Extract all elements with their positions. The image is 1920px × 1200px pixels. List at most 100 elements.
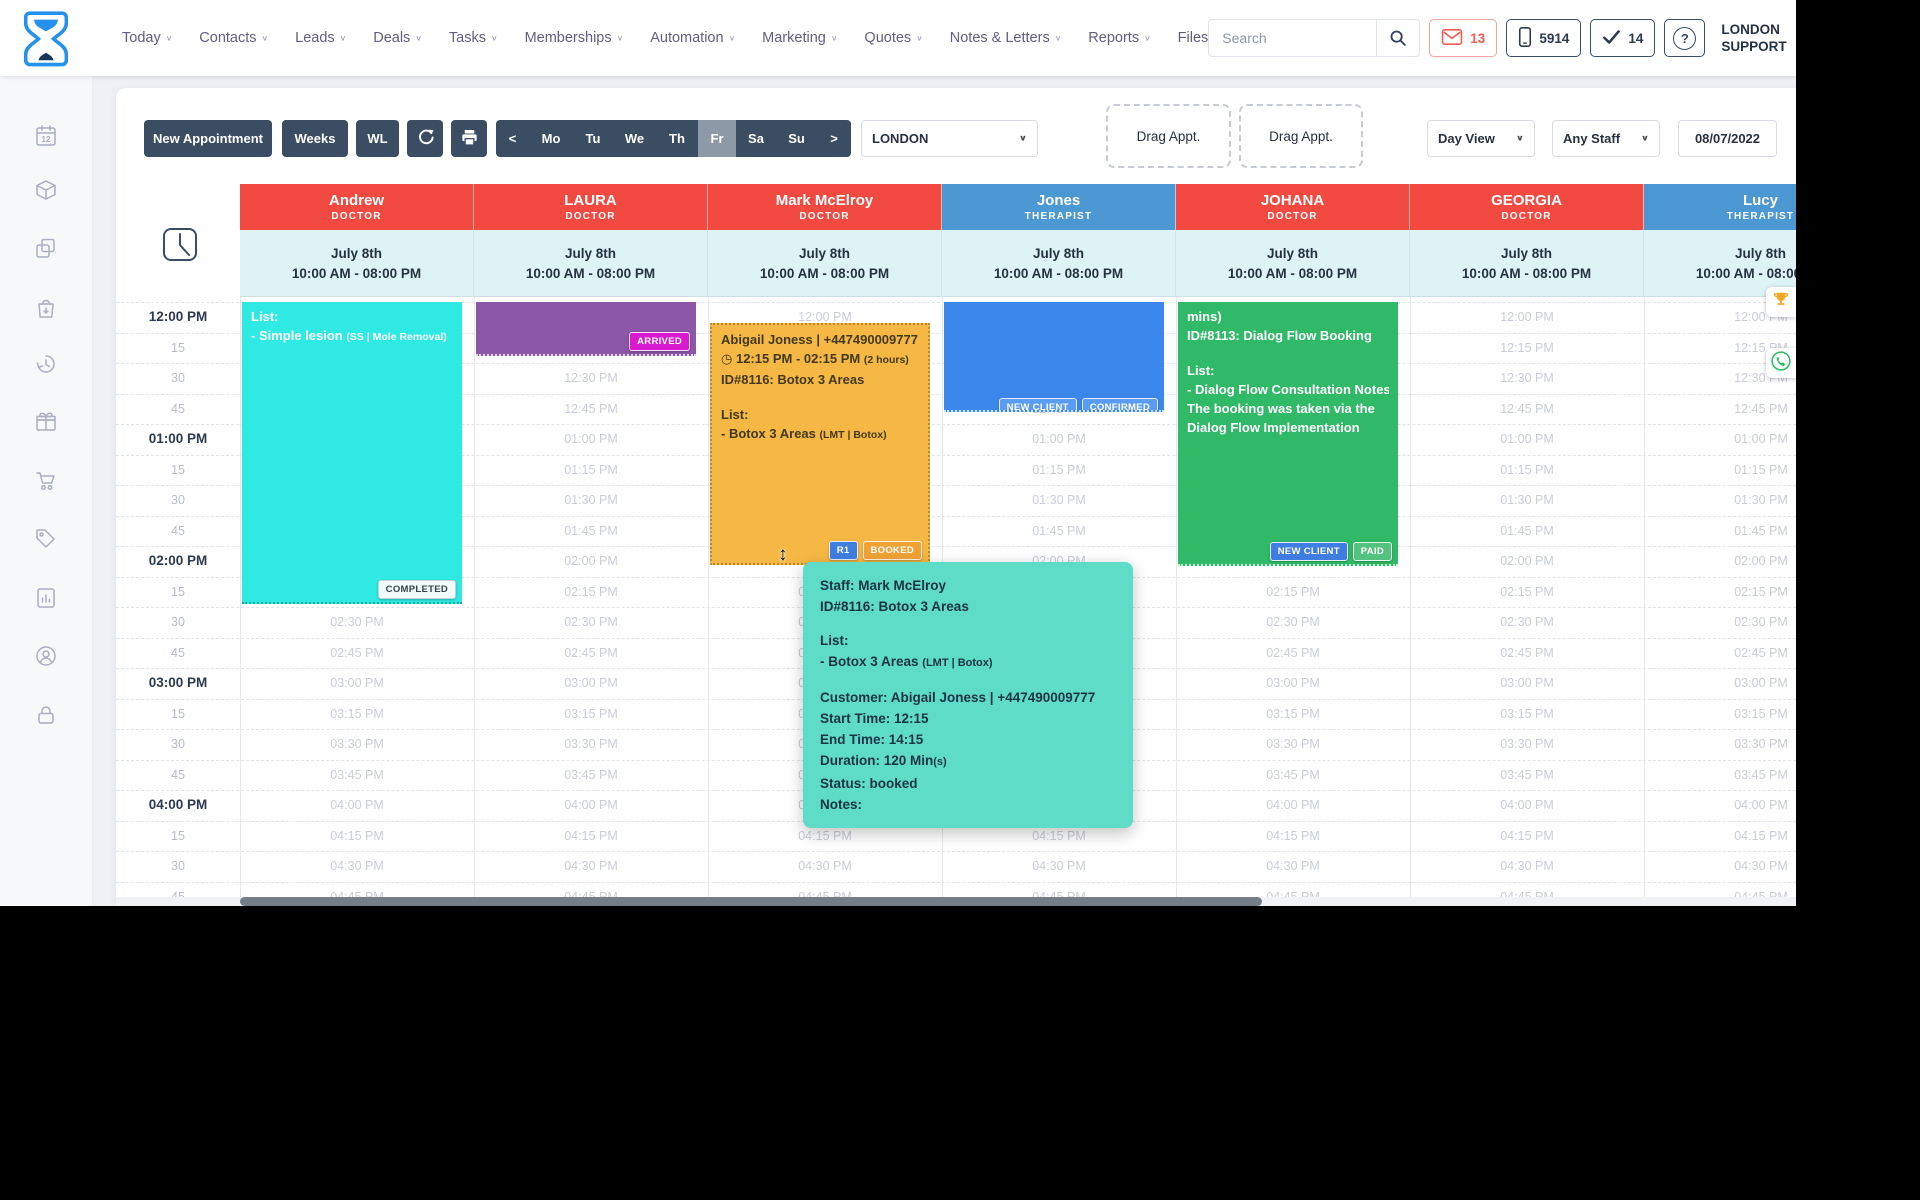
time-slot-lucy[interactable]: 02:00 PM: [1644, 546, 1796, 576]
day-su[interactable]: Su: [776, 120, 817, 157]
time-slot-lucy[interactable]: 04:00 PM: [1644, 790, 1796, 820]
hscrollbar-thumb[interactable]: [240, 897, 1262, 906]
menu-item-leads[interactable]: Leads∨: [295, 30, 346, 46]
time-slot-georgia[interactable]: 03:15 PM: [1410, 699, 1644, 729]
time-slot-johana[interactable]: 03:30 PM: [1176, 729, 1410, 759]
sidebar-item-package[interactable]: [33, 178, 59, 204]
drag-appt-slot-2[interactable]: Drag Appt.: [1239, 104, 1363, 168]
time-slot-laura[interactable]: 03:45 PM: [474, 760, 708, 790]
time-slot-georgia[interactable]: 12:00 PM: [1410, 302, 1644, 332]
column-header-laura[interactable]: LAURADOCTOR: [474, 184, 708, 230]
time-slot-laura[interactable]: 04:15 PM: [474, 821, 708, 851]
time-slot-andrew[interactable]: 02:45 PM: [240, 638, 474, 668]
time-slot-lucy[interactable]: 01:15 PM: [1644, 455, 1796, 485]
time-slot-mark-mcelroy[interactable]: 04:30 PM: [708, 851, 942, 881]
menu-item-automation[interactable]: Automation∨: [650, 30, 735, 46]
time-slot-jones[interactable]: 01:00 PM: [942, 424, 1176, 454]
mail-badge[interactable]: 13: [1429, 19, 1497, 57]
time-slot-jones[interactable]: 01:30 PM: [942, 485, 1176, 515]
time-slot-georgia[interactable]: 03:00 PM: [1410, 668, 1644, 698]
time-slot-georgia[interactable]: 02:45 PM: [1410, 638, 1644, 668]
refresh-button[interactable]: [407, 120, 443, 157]
sidebar-item-calendar-date[interactable]: 12: [33, 123, 59, 149]
staff-select[interactable]: Any Staff ∨: [1552, 120, 1660, 157]
time-slot-andrew[interactable]: 03:30 PM: [240, 729, 474, 759]
appointment-mark-mcelroy[interactable]: Abigail Joness | +447490009777◷ 12:15 PM…: [710, 323, 930, 565]
time-slot-lucy[interactable]: 01:45 PM: [1644, 516, 1796, 546]
menu-item-deals[interactable]: Deals∨: [373, 30, 422, 46]
time-slot-lucy[interactable]: 02:30 PM: [1644, 607, 1796, 637]
column-header-georgia[interactable]: GEORGIADOCTOR: [1410, 184, 1644, 230]
column-header-mark-mcelroy[interactable]: Mark McElroyDOCTOR: [708, 184, 942, 230]
time-slot-laura[interactable]: 01:15 PM: [474, 455, 708, 485]
time-slot-johana[interactable]: 02:45 PM: [1176, 638, 1410, 668]
time-slot-laura[interactable]: 04:00 PM: [474, 790, 708, 820]
time-slot-lucy[interactable]: 03:30 PM: [1644, 729, 1796, 759]
time-slot-georgia[interactable]: 03:30 PM: [1410, 729, 1644, 759]
column-header-jones[interactable]: JonesTHERAPIST: [942, 184, 1176, 230]
time-slot-georgia[interactable]: 04:30 PM: [1410, 851, 1644, 881]
time-slot-andrew[interactable]: 02:30 PM: [240, 607, 474, 637]
menu-item-memberships[interactable]: Memberships∨: [525, 30, 624, 46]
date-input[interactable]: 08/07/2022: [1678, 120, 1777, 157]
day-tu[interactable]: Tu: [573, 120, 613, 157]
time-slot-lucy[interactable]: 03:00 PM: [1644, 668, 1796, 698]
time-slot-georgia[interactable]: 12:15 PM: [1410, 333, 1644, 363]
time-slot-johana[interactable]: 04:15 PM: [1176, 821, 1410, 851]
sidebar-item-history[interactable]: [33, 351, 59, 377]
time-slot-laura[interactable]: 02:00 PM: [474, 546, 708, 576]
menu-item-tasks[interactable]: Tasks∨: [449, 30, 498, 46]
day-we[interactable]: We: [613, 120, 656, 157]
time-slot-laura[interactable]: 03:30 PM: [474, 729, 708, 759]
tasks-badge[interactable]: 14: [1590, 19, 1655, 57]
location-select[interactable]: LONDON ∨: [861, 120, 1038, 157]
time-slot-laura[interactable]: 01:45 PM: [474, 516, 708, 546]
time-slot-jones[interactable]: 01:45 PM: [942, 516, 1176, 546]
time-slot-johana[interactable]: 02:30 PM: [1176, 607, 1410, 637]
drag-appt-slot-1[interactable]: Drag Appt.: [1106, 104, 1231, 168]
sidebar-item-report-chart[interactable]: [33, 585, 59, 611]
menu-item-contacts[interactable]: Contacts∨: [199, 30, 268, 46]
time-slot-jones[interactable]: 01:15 PM: [942, 455, 1176, 485]
day-next[interactable]: >: [817, 120, 851, 157]
sidebar-item-shopping-bag[interactable]: [33, 296, 59, 322]
appointment-laura[interactable]: ARRIVED: [476, 302, 696, 356]
day-sa[interactable]: Sa: [736, 120, 776, 157]
time-slot-georgia[interactable]: 01:45 PM: [1410, 516, 1644, 546]
column-header-lucy[interactable]: LucyTHERAPIST: [1644, 184, 1796, 230]
time-slot-andrew[interactable]: 03:45 PM: [240, 760, 474, 790]
waitlist-button[interactable]: WL: [356, 120, 399, 157]
time-slot-johana[interactable]: 04:30 PM: [1176, 851, 1410, 881]
time-slot-laura[interactable]: 04:30 PM: [474, 851, 708, 881]
time-slot-lucy[interactable]: 01:00 PM: [1644, 424, 1796, 454]
time-slot-georgia[interactable]: 12:30 PM: [1410, 363, 1644, 393]
day-mo[interactable]: Mo: [529, 120, 573, 157]
time-slot-georgia[interactable]: 02:15 PM: [1410, 577, 1644, 607]
sidebar-item-tag[interactable]: [33, 526, 59, 552]
time-slot-georgia[interactable]: 02:30 PM: [1410, 607, 1644, 637]
menu-item-reports[interactable]: Reports∨: [1088, 30, 1150, 46]
time-slot-lucy[interactable]: 03:45 PM: [1644, 760, 1796, 790]
sidebar-item-gift[interactable]: [33, 409, 59, 435]
search-icon[interactable]: [1377, 20, 1419, 56]
time-slot-laura[interactable]: 01:00 PM: [474, 424, 708, 454]
time-slot-lucy[interactable]: 02:15 PM: [1644, 577, 1796, 607]
time-slot-georgia[interactable]: 12:45 PM: [1410, 394, 1644, 424]
time-slot-johana[interactable]: 03:15 PM: [1176, 699, 1410, 729]
time-slot-johana[interactable]: 03:00 PM: [1176, 668, 1410, 698]
time-slot-laura[interactable]: 02:45 PM: [474, 638, 708, 668]
call-rail-button[interactable]: [1766, 348, 1796, 378]
new-appointment-button[interactable]: New Appointment: [144, 120, 272, 157]
appointment-johana[interactable]: mins)ID#8113: Dialog Flow BookingList:- …: [1178, 302, 1398, 566]
time-slot-johana[interactable]: 04:00 PM: [1176, 790, 1410, 820]
time-slot-laura[interactable]: 03:00 PM: [474, 668, 708, 698]
menu-item-quotes[interactable]: Quotes∨: [864, 30, 922, 46]
time-slot-andrew[interactable]: 04:15 PM: [240, 821, 474, 851]
time-slot-georgia[interactable]: 03:45 PM: [1410, 760, 1644, 790]
sidebar-item-cart[interactable]: [33, 468, 59, 494]
day-prev[interactable]: <: [496, 120, 529, 157]
column-header-andrew[interactable]: AndrewDOCTOR: [240, 184, 474, 230]
time-slot-georgia[interactable]: 01:15 PM: [1410, 455, 1644, 485]
view-select[interactable]: Day View ∨: [1427, 120, 1535, 157]
menu-item-today[interactable]: Today∨: [122, 30, 172, 46]
